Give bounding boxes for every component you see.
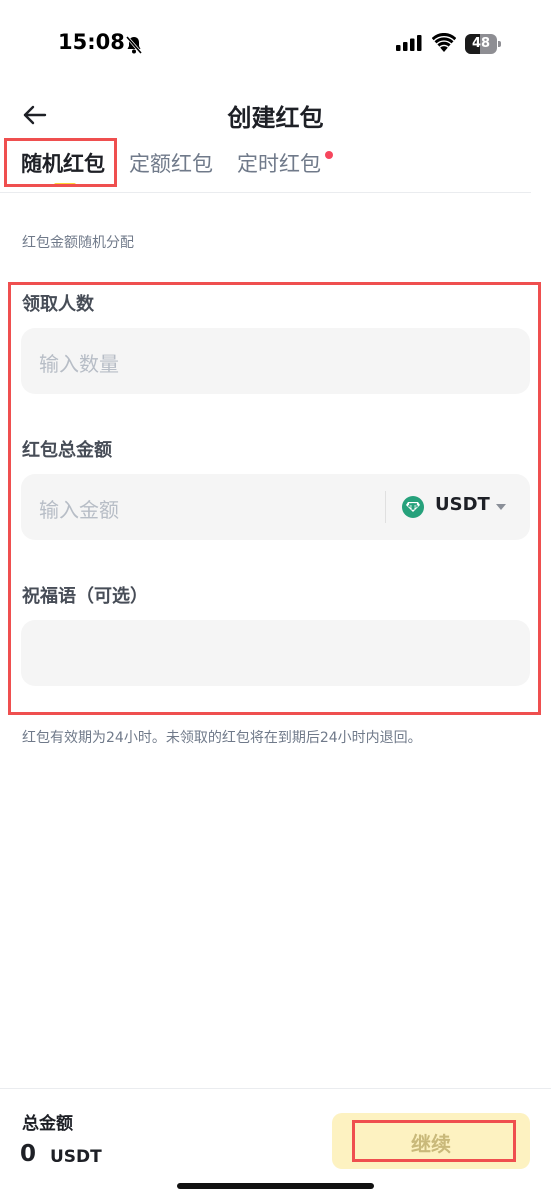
notification-dot bbox=[325, 151, 333, 159]
tab-fixed-red-packet[interactable]: 定额红包 bbox=[129, 148, 213, 178]
distribution-description: 红包金额随机分配 bbox=[22, 235, 134, 251]
total-value: 0 bbox=[20, 1141, 37, 1167]
highlight-box-form bbox=[8, 282, 541, 715]
bell-muted-icon bbox=[125, 36, 143, 54]
home-indicator bbox=[177, 1183, 374, 1189]
validity-note: 红包有效期为24小时。未领取的红包将在到期后24小时内退回。 bbox=[22, 730, 422, 746]
total-unit: USDT bbox=[50, 1147, 102, 1167]
status-time: 15:08 bbox=[58, 30, 125, 54]
tab-scheduled-red-packet[interactable]: 定时红包 bbox=[237, 148, 321, 178]
wifi-icon bbox=[432, 33, 456, 52]
total-label: 总金额 bbox=[22, 1114, 73, 1134]
highlight-box-button bbox=[352, 1120, 516, 1162]
highlight-box-tab bbox=[4, 138, 117, 187]
signal-icon bbox=[396, 35, 422, 51]
battery-level: 48 bbox=[471, 36, 491, 51]
status-bar: 15:08 48 bbox=[0, 0, 551, 90]
page-title: 创建红包 bbox=[227, 104, 324, 132]
battery-icon: 48 bbox=[465, 34, 501, 54]
